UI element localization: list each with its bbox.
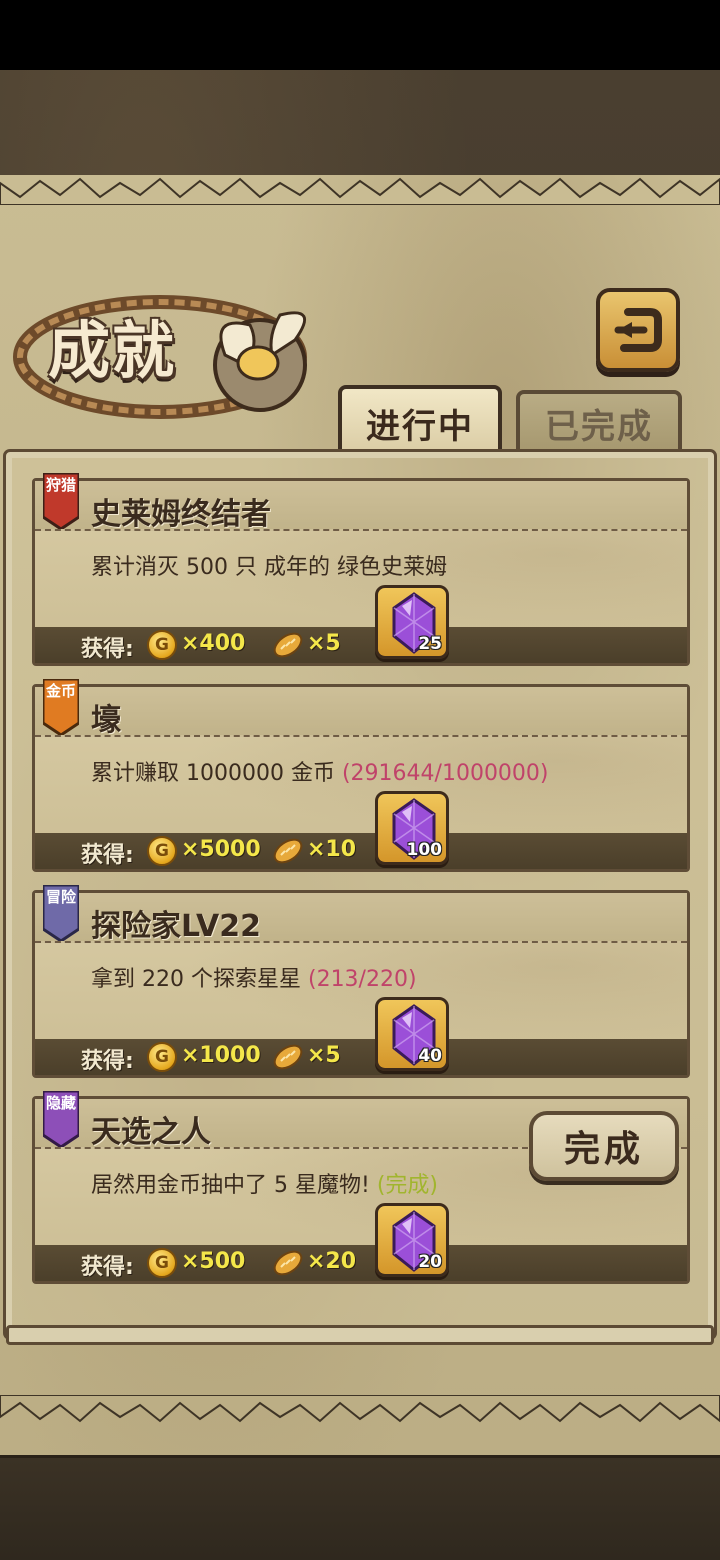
- reward-label: 获得:: [81, 1049, 134, 1074]
- return-arrow-icon: [614, 308, 662, 352]
- achievement-description: 拿到 220 个探索星星 (213/220): [91, 961, 417, 993]
- achievement-title: 壕: [91, 703, 121, 738]
- description-text: 居然用金币抽中了 5 星魔物!: [91, 1173, 370, 1198]
- achievement-card: 隐藏 天选之人 居然用金币抽中了 5 星魔物! (完成) 完成 获得: G ×5…: [32, 1089, 690, 1284]
- card-header: [35, 687, 687, 737]
- progress-text: (213/220): [307, 967, 417, 992]
- category-badge: 冒险: [41, 883, 81, 943]
- category-badge: 狩猎: [41, 471, 81, 531]
- badge-label: 隐藏: [45, 1094, 76, 1112]
- achievement-card: 狩猎 史莱姆终结者 累计消灭 500 只 成年的 绿色史莱姆 获得: G ×40…: [32, 471, 690, 666]
- tab-in-progress[interactable]: 进行中: [338, 385, 502, 457]
- bread-icon: [273, 1044, 303, 1070]
- progress-text: (291644/1000000): [341, 761, 549, 786]
- achievement-description: 累计消灭 500 只 成年的 绿色史莱姆: [91, 549, 447, 581]
- gem-reward-count: 20: [418, 1252, 442, 1272]
- gem-reward-box: 25: [375, 585, 449, 659]
- bread-reward: ×5: [307, 631, 341, 656]
- coin-icon: G: [147, 836, 177, 866]
- gem-reward-count: 100: [406, 840, 443, 860]
- gem-reward-count: 25: [418, 634, 442, 654]
- status-text: (完成): [376, 1173, 438, 1198]
- list-frame-bottom-rail: [6, 1325, 714, 1345]
- description-text: 累计消灭 500 只 成年的 绿色史莱姆: [91, 555, 447, 580]
- badge-label: 冒险: [45, 888, 76, 906]
- achievement-title: 天选之人: [91, 1115, 211, 1150]
- status-bar: [0, 0, 720, 70]
- gem-reward-box: 100: [375, 791, 449, 865]
- coin-icon: G: [147, 1248, 177, 1278]
- paper-torn-edge-top: [0, 177, 720, 205]
- tab-completed-label: 已完成: [545, 406, 653, 447]
- bread-icon: [273, 632, 303, 658]
- reward-bar: 获得: G ×5000 ×10: [35, 833, 687, 869]
- badge-label: 狩猎: [45, 476, 76, 494]
- gem-reward-box: 40: [375, 997, 449, 1071]
- bread-reward: ×10: [307, 837, 357, 862]
- achievement-card: 冒险 探险家LV22 拿到 220 个探索星星 (213/220) 获得: G …: [32, 883, 690, 1078]
- bread-reward: ×5: [307, 1043, 341, 1068]
- bread-icon: [273, 1250, 303, 1276]
- badge-label: 金币: [45, 682, 76, 700]
- description-text: 拿到 220 个探索星星: [91, 967, 301, 992]
- back-button[interactable]: [596, 288, 680, 372]
- coin-icon: G: [147, 630, 177, 660]
- category-badge: 金币: [41, 677, 81, 737]
- bread-reward: ×20: [307, 1249, 357, 1274]
- coin-reward: ×500: [181, 1249, 246, 1274]
- reward-bar: 获得: G ×500 ×20: [35, 1245, 687, 1281]
- paper-torn-edge-bottom: [0, 1395, 720, 1423]
- gem-reward-count: 40: [418, 1046, 442, 1066]
- tab-in-progress-label: 进行中: [366, 406, 474, 447]
- bread-icon: [273, 838, 303, 864]
- gem-reward-box: 20: [375, 1203, 449, 1277]
- coin-reward: ×1000: [181, 1043, 261, 1068]
- reward-label: 获得:: [81, 843, 134, 868]
- achievement-title: 史莱姆终结者: [91, 497, 271, 532]
- description-text: 累计赚取 1000000 金币: [91, 761, 335, 786]
- bottom-map-strip: [0, 1455, 720, 1560]
- reward-label: 获得:: [81, 1255, 134, 1280]
- coin-reward: ×5000: [181, 837, 261, 862]
- tab-completed[interactable]: 已完成: [516, 390, 682, 452]
- coin-icon: G: [147, 1042, 177, 1072]
- achievement-description: 累计赚取 1000000 金币 (291644/1000000): [91, 755, 549, 787]
- coin-reward: ×400: [181, 631, 246, 656]
- reward-bar: 获得: G ×1000 ×5: [35, 1039, 687, 1075]
- category-badge: 隐藏: [41, 1089, 81, 1149]
- claim-complete-button[interactable]: 完成: [529, 1111, 679, 1181]
- achievement-title: 探险家LV22: [91, 909, 261, 944]
- reward-bar: 获得: G ×400 ×5: [35, 627, 687, 663]
- achievement-card: 金币 壕 累计赚取 1000000 金币 (291644/1000000) 获得…: [32, 677, 690, 872]
- reward-label: 获得:: [81, 637, 134, 662]
- achievement-description: 居然用金币抽中了 5 星魔物! (完成): [91, 1167, 438, 1199]
- page-title: 成就: [48, 314, 177, 387]
